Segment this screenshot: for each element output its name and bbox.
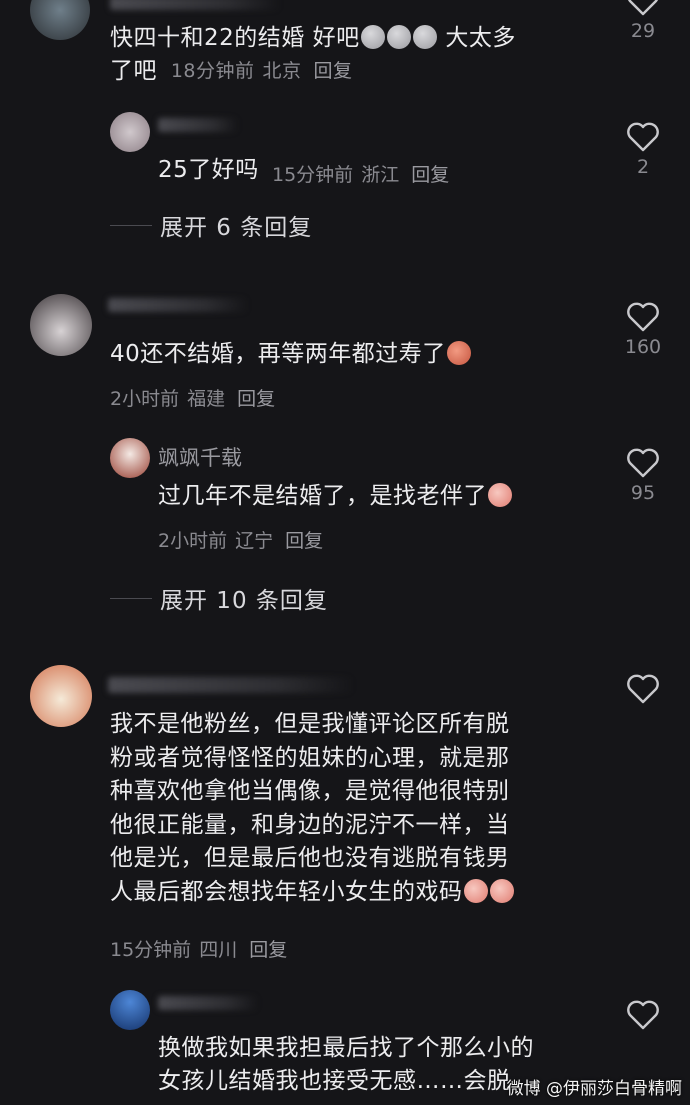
like-button[interactable]: 2 bbox=[613, 122, 673, 178]
username-blurred[interactable] bbox=[110, 0, 280, 10]
heart-outline-icon bbox=[627, 674, 659, 704]
comment-location: 四川 bbox=[199, 939, 238, 961]
like-button[interactable]: 29 bbox=[613, 0, 673, 42]
comment-text-line: 粉或者觉得怪怪的姐妹的心理，就是那 bbox=[110, 744, 510, 771]
expand-replies-label: 展开 10 条回复 bbox=[160, 588, 328, 614]
comment-text-line: 我不是他粉丝，但是我懂评论区所有脱 bbox=[110, 711, 510, 737]
reply-button[interactable]: 回复 bbox=[314, 60, 353, 82]
comment-meta: 2小时前 辽宁 回复 bbox=[158, 526, 331, 553]
username-blurred[interactable] bbox=[158, 996, 258, 1010]
comment-text-line: 换做我如果我担最后找了个那么小的 bbox=[158, 1035, 534, 1061]
like-count: 160 bbox=[624, 336, 662, 358]
heart-outline-icon bbox=[628, 0, 658, 16]
comment-time: 15分钟前 bbox=[110, 939, 192, 961]
heart-outline-icon bbox=[627, 302, 659, 332]
divider bbox=[110, 224, 152, 226]
avatar[interactable] bbox=[30, 665, 92, 727]
watermark: 微博 @伊丽莎白骨精啊 bbox=[506, 1079, 682, 1099]
comment-author[interactable]: 飒飒千载 bbox=[158, 442, 242, 472]
comment-text-line: 40还不结婚，再等两年都过寿了 bbox=[110, 341, 446, 367]
comment-text-line: 快四十和22的结婚 好吧 bbox=[110, 25, 360, 51]
comment-time: 18分钟前 bbox=[170, 60, 255, 82]
username-blurred[interactable] bbox=[158, 118, 238, 132]
reply-button[interactable]: 回复 bbox=[285, 530, 323, 552]
avatar[interactable] bbox=[110, 438, 150, 478]
like-button[interactable]: 160 bbox=[613, 302, 673, 358]
emoji-icon bbox=[386, 25, 411, 49]
reply-button[interactable]: 回复 bbox=[249, 939, 287, 961]
avatar[interactable] bbox=[30, 294, 92, 356]
comment-time: 15分钟前 bbox=[272, 164, 354, 186]
comment-location: 北京 bbox=[262, 60, 302, 82]
emoji-icon bbox=[412, 25, 437, 49]
emoji-icon bbox=[463, 878, 488, 903]
like-count: 2 bbox=[636, 156, 650, 178]
reply-button[interactable]: 回复 bbox=[411, 164, 449, 186]
comment-location: 辽宁 bbox=[235, 530, 274, 552]
emoji-icon bbox=[489, 878, 514, 903]
comment-text-line: 他很正能量，和身边的泥泞不一样，当 bbox=[110, 811, 510, 838]
like-button[interactable] bbox=[613, 674, 673, 708]
avatar[interactable] bbox=[110, 990, 150, 1030]
like-button[interactable] bbox=[613, 1000, 673, 1030]
heart-outline-icon bbox=[627, 1000, 659, 1030]
avatar[interactable] bbox=[30, 0, 90, 40]
comment-text: 25了好吗 bbox=[158, 157, 259, 183]
comment-meta: 2小时前 福建 回复 bbox=[110, 384, 283, 411]
username-blurred[interactable] bbox=[108, 298, 248, 312]
comment-text: 快四十和22的结婚 好吧 大太多 了吧 18分钟前 北京 回复 bbox=[110, 22, 590, 89]
comment-text-tail: 大太多 bbox=[437, 25, 516, 51]
expand-replies-button[interactable]: 展开 10 条回复 bbox=[110, 581, 328, 615]
comment-time: 2小时前 bbox=[158, 530, 228, 552]
comment-text: 过几年不是结婚了，是找老伴了 bbox=[158, 480, 513, 513]
username-blurred[interactable] bbox=[108, 677, 353, 693]
comment-location: 福建 bbox=[187, 388, 226, 410]
comment-text: 我不是他粉丝，但是我懂评论区所有脱 粉或者觉得怪怪的姐妹的心理，就是那 种喜欢他… bbox=[110, 708, 590, 909]
like-button[interactable]: 95 bbox=[613, 448, 673, 504]
comment-meta: 15分钟前 四川 回复 bbox=[110, 935, 295, 962]
comment-meta: 18分钟前 北京 回复 bbox=[171, 60, 361, 82]
comment-text-line: 种喜欢他拿他当偶像，是觉得他很特别 bbox=[110, 778, 510, 804]
expand-replies-button[interactable]: 展开 6 条回复 bbox=[110, 208, 312, 242]
comment-text-line: 人最后都会想找年轻小女生的戏码 bbox=[110, 878, 463, 905]
heart-outline-icon bbox=[627, 122, 659, 152]
comment-text-line: 过几年不是结婚了，是找老伴了 bbox=[158, 483, 487, 509]
reply-button[interactable]: 回复 bbox=[237, 388, 275, 410]
comment-location: 浙江 bbox=[361, 164, 400, 186]
comment-text-line: 他是光，但是最后他也没有逃脱有钱男 bbox=[110, 845, 510, 871]
emoji-icon bbox=[360, 25, 385, 49]
heart-outline-icon bbox=[627, 448, 659, 478]
emoji-icon bbox=[446, 341, 471, 365]
comment-text-line: 了吧 bbox=[110, 58, 157, 84]
divider bbox=[110, 597, 152, 599]
like-count: 95 bbox=[630, 482, 656, 504]
like-count: 29 bbox=[630, 20, 656, 42]
emoji-icon bbox=[488, 483, 512, 507]
comment-meta: 15分钟前 浙江 回复 bbox=[272, 160, 457, 187]
avatar[interactable] bbox=[110, 112, 150, 152]
expand-replies-label: 展开 6 条回复 bbox=[160, 215, 313, 241]
comment-time: 2小时前 bbox=[110, 388, 180, 410]
comment-text: 40还不结婚，再等两年都过寿了 bbox=[110, 338, 472, 371]
